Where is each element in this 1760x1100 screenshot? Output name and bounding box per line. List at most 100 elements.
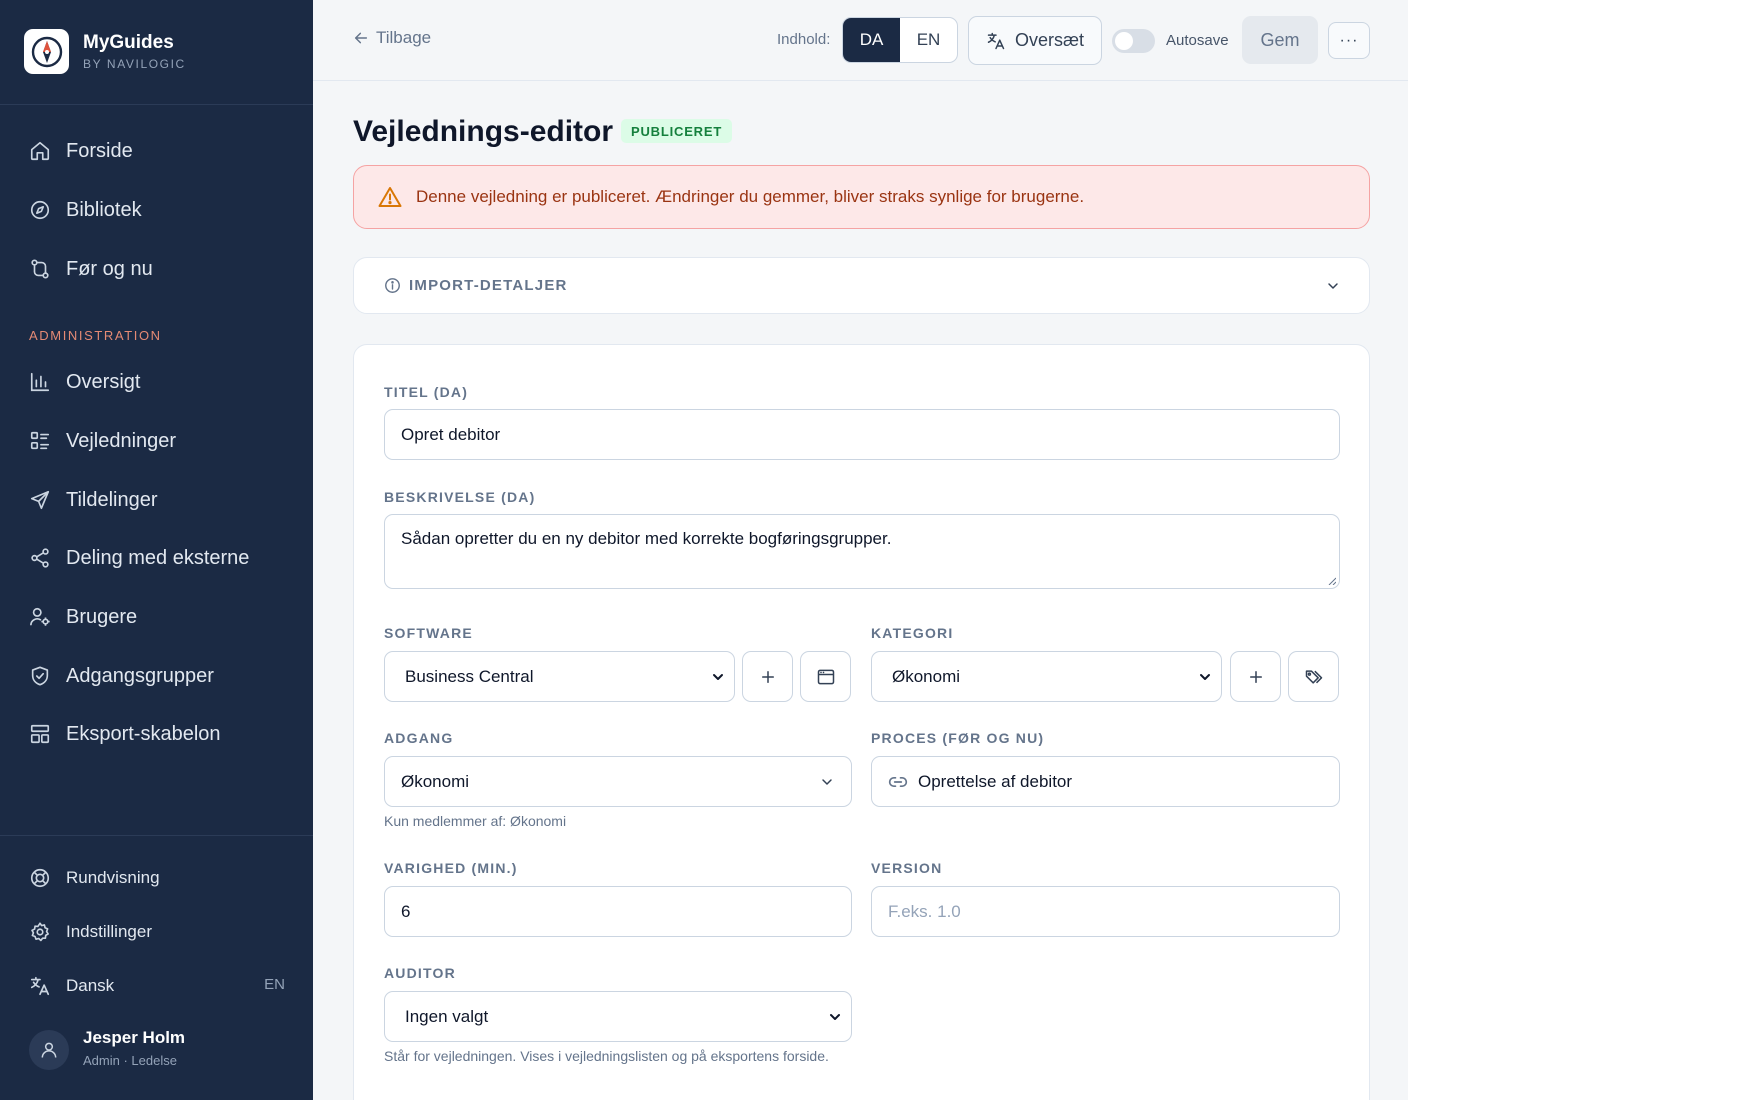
language-switch-tag[interactable]: EN bbox=[264, 976, 285, 993]
manage-categories-button[interactable] bbox=[1288, 651, 1339, 702]
sidebar-item-vejledninger[interactable]: Vejledninger bbox=[28, 426, 176, 456]
access-value: Økonomi bbox=[401, 771, 470, 791]
sidebar-item-indstillinger[interactable]: Indstillinger bbox=[28, 917, 152, 947]
sidebar-divider bbox=[0, 835, 313, 836]
shield-icon bbox=[28, 664, 52, 688]
save-button[interactable]: Gem bbox=[1242, 16, 1318, 64]
browser-window-icon bbox=[817, 669, 834, 684]
chevron-down-icon bbox=[819, 774, 835, 790]
duration-field-label: VARIGHED (MIN.) bbox=[384, 860, 518, 876]
sidebar-item-label: Eksport-skabelon bbox=[66, 722, 221, 745]
plus-icon bbox=[761, 670, 774, 683]
autosave-label: Autosave bbox=[1166, 32, 1229, 49]
home-icon bbox=[28, 139, 52, 163]
sidebar-item-label: Indstillinger bbox=[66, 922, 152, 941]
alert-text: Denne vejledning er publiceret. Ændringe… bbox=[416, 187, 1085, 206]
import-details-collapsible[interactable]: IMPORT-DETALJER bbox=[353, 257, 1370, 314]
compass-logo-icon bbox=[24, 29, 69, 74]
brand-name: MyGuides bbox=[83, 32, 174, 53]
sidebar-divider bbox=[0, 104, 313, 105]
layout-icon bbox=[28, 722, 52, 746]
translate-label: Oversæt bbox=[1014, 30, 1084, 50]
title-input[interactable]: Opret debitor bbox=[384, 409, 1340, 460]
process-field-label: PROCES (FØR OG NU) bbox=[871, 730, 1045, 746]
warning-icon bbox=[378, 186, 402, 208]
sidebar-item-bibliotek[interactable]: Bibliotek bbox=[28, 195, 142, 225]
toggle-knob bbox=[1115, 32, 1133, 50]
lifebuoy-icon bbox=[28, 866, 52, 890]
share-icon bbox=[28, 546, 52, 570]
sidebar-item-eksport-skabelon[interactable]: Eksport-skabelon bbox=[28, 719, 221, 749]
sidebar-item-label: Forside bbox=[66, 139, 133, 162]
description-field-label: BESKRIVELSE (DA) bbox=[384, 489, 536, 505]
chevron-down-icon bbox=[1325, 278, 1341, 294]
access-select[interactable]: Økonomi bbox=[384, 756, 852, 807]
lang-en-button[interactable]: EN bbox=[900, 18, 957, 62]
translate-icon bbox=[986, 31, 1006, 51]
access-hint: Kun medlemmer af: Økonomi bbox=[384, 813, 567, 829]
plus-icon bbox=[1249, 670, 1262, 683]
compass-icon bbox=[28, 198, 52, 222]
sidebar-item-brugere[interactable]: Brugere bbox=[28, 602, 137, 632]
translate-button[interactable]: Oversæt bbox=[968, 16, 1102, 65]
duration-input[interactable]: 6 bbox=[384, 886, 852, 937]
auditor-field-label: AUDITOR bbox=[384, 965, 456, 981]
category-select[interactable]: Økonomi bbox=[871, 651, 1222, 702]
brand-subtitle: BY NAVILOGIC bbox=[83, 57, 186, 71]
sidebar-item-label: Dansk bbox=[66, 976, 115, 995]
auditor-select[interactable]: Ingen valgt bbox=[384, 991, 852, 1042]
lang-da-button[interactable]: DA bbox=[843, 18, 900, 62]
guide-form: TITEL (DA) Opret debitor BESKRIVELSE (DA… bbox=[353, 344, 1370, 1100]
user-role: Admin · Ledelse bbox=[83, 1053, 177, 1068]
sidebar-item-adgangsgrupper[interactable]: Adgangsgrupper bbox=[28, 661, 214, 691]
sidebar-item-label: Deling med eksterne bbox=[66, 546, 250, 569]
category-value: Økonomi bbox=[892, 666, 961, 686]
user-name: Jesper Holm bbox=[83, 1028, 186, 1047]
sidebar-item-foer-og-nu[interactable]: Før og nu bbox=[28, 254, 153, 284]
sidebar-item-label: Oversigt bbox=[66, 370, 141, 393]
sidebar-item-rundvisning[interactable]: Rundvisning bbox=[28, 863, 160, 893]
topbar: Tilbage Indhold: DA EN Oversæt Autosave … bbox=[313, 0, 1408, 81]
sidebar-item-label: Tildelinger bbox=[66, 488, 158, 511]
software-select[interactable]: Business Central bbox=[384, 651, 735, 702]
autosave-toggle[interactable] bbox=[1112, 29, 1155, 53]
sidebar-item-forside[interactable]: Forside bbox=[28, 136, 133, 166]
brand[interactable]: MyGuides BY NAVILOGIC bbox=[24, 29, 186, 74]
route-icon bbox=[28, 257, 52, 281]
sidebar-item-tildelinger[interactable]: Tildelinger bbox=[28, 485, 158, 515]
sidebar-item-label: Adgangsgrupper bbox=[66, 664, 214, 687]
software-field-label: SOFTWARE bbox=[384, 625, 473, 641]
access-field-label: ADGANG bbox=[384, 730, 454, 746]
user-gear-icon bbox=[28, 605, 52, 629]
send-icon bbox=[28, 488, 52, 512]
add-software-button[interactable] bbox=[742, 651, 793, 702]
bar-chart-icon bbox=[28, 370, 52, 394]
info-icon bbox=[384, 277, 401, 294]
status-badge: PUBLICERET bbox=[621, 119, 733, 143]
chevron-down-icon bbox=[827, 1009, 843, 1025]
sidebar-item-language[interactable]: Dansk bbox=[28, 971, 114, 1001]
tags-icon bbox=[1305, 669, 1322, 684]
version-input[interactable]: F.eks. 1.0 bbox=[871, 886, 1340, 937]
sidebar-item-label: Brugere bbox=[66, 605, 138, 628]
resize-handle-icon[interactable] bbox=[1328, 577, 1336, 585]
software-value: Business Central bbox=[405, 666, 534, 686]
description-text: Sådan opretter du en ny debitor med korr… bbox=[401, 529, 892, 548]
sidebar-item-oversigt[interactable]: Oversigt bbox=[28, 367, 140, 397]
import-details-label: IMPORT-DETALJER bbox=[409, 277, 568, 294]
gear-icon bbox=[28, 920, 52, 944]
sidebar-item-label: Bibliotek bbox=[66, 198, 142, 221]
more-options-button[interactable]: ··· bbox=[1328, 22, 1370, 59]
avatar[interactable] bbox=[29, 1030, 69, 1070]
add-category-button[interactable] bbox=[1230, 651, 1281, 702]
auditor-hint: Står for vejledningen. Vises i vejlednin… bbox=[384, 1048, 829, 1064]
chevron-down-icon bbox=[1197, 669, 1213, 685]
category-field-label: KATEGORI bbox=[871, 625, 954, 641]
sidebar-item-label: Vejledninger bbox=[66, 429, 177, 452]
process-link-field[interactable]: Oprettelse af debitor bbox=[871, 756, 1340, 807]
user-icon bbox=[41, 1042, 57, 1058]
back-link[interactable]: Tilbage bbox=[353, 28, 431, 48]
manage-software-button[interactable] bbox=[800, 651, 851, 702]
description-textarea[interactable]: Sådan opretter du en ny debitor med korr… bbox=[384, 514, 1340, 589]
sidebar-item-deling-med-eksterne[interactable]: Deling med eksterne bbox=[28, 543, 249, 573]
